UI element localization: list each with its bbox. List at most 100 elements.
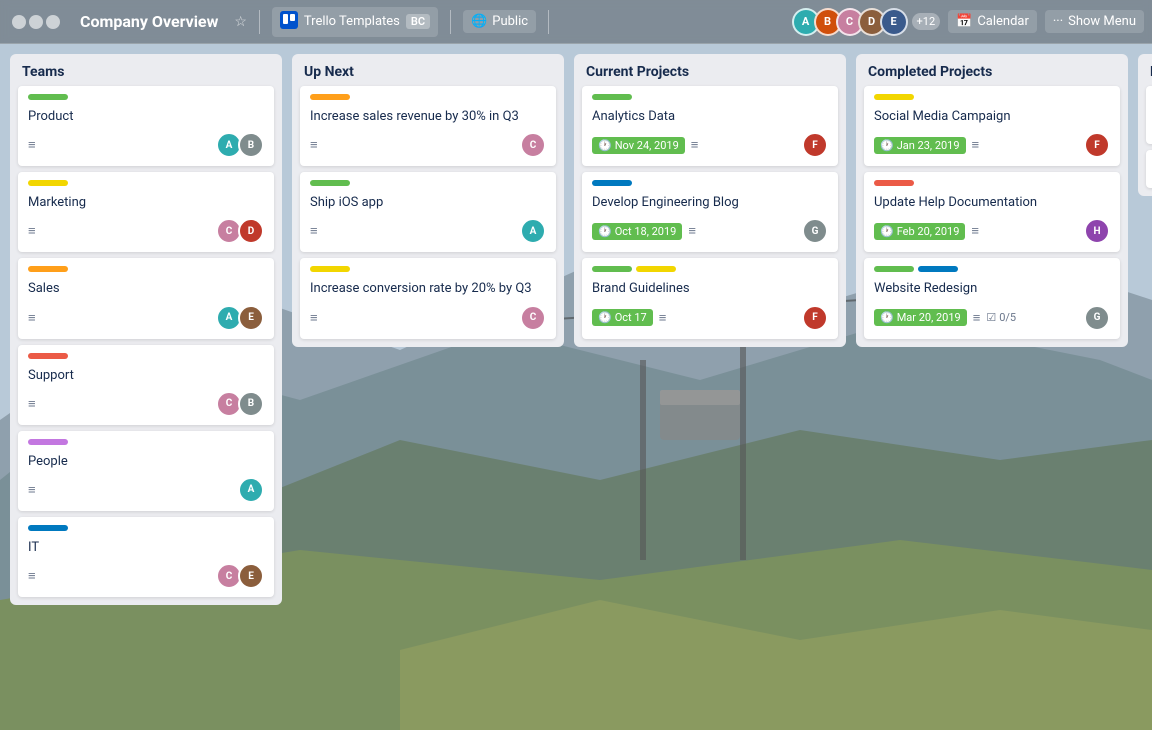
card-title-support: Support: [28, 367, 264, 385]
column-backlog-partial: B... B... C...re... B... a... d...: [1138, 54, 1152, 196]
column-teams: Teams Product ≡ A B Market: [10, 54, 282, 605]
card-avatar-17: F: [802, 305, 828, 331]
navbar: Company Overview ☆ Trello Templates BC 🌐…: [0, 0, 1152, 44]
board-title[interactable]: Company Overview: [72, 8, 226, 35]
column-completed-projects: Completed Projects Social Media Campaign…: [856, 54, 1128, 347]
card-title-help-docs: Update Help Documentation: [874, 194, 1110, 212]
clock-icon-website: 🕐: [880, 311, 894, 324]
card-sales[interactable]: Sales ≡ A E: [18, 258, 274, 338]
card-title-marketing: Marketing: [28, 194, 264, 212]
card-avatar-8: B: [238, 391, 264, 417]
column-cards-current-projects: Analytics Data 🕐 Nov 24, 2019 ≡ F: [574, 86, 846, 347]
desc-icon-it: ≡: [28, 568, 36, 584]
card-avatars-it: C E: [216, 563, 264, 589]
card-avatars-engineering: G: [802, 218, 828, 244]
card-avatars-analytics: F: [802, 132, 828, 158]
desc-icon-social: ≡: [972, 137, 980, 153]
card-label-engineering-blog: [592, 180, 632, 186]
card-avatars-marketing: C D: [216, 218, 264, 244]
card-footer-ship-ios: ≡ A: [310, 218, 546, 244]
card-avatar-20: G: [1084, 305, 1110, 331]
column-cards-teams: Product ≡ A B Marketing ≡: [10, 86, 282, 605]
star-icon[interactable]: ☆: [234, 14, 247, 30]
card-avatar-13: A: [520, 218, 546, 244]
desc-icon-help: ≡: [971, 223, 979, 239]
card-ship-ios[interactable]: Ship iOS app ≡ A: [300, 172, 556, 252]
card-backlog-1[interactable]: B... C...re...: [1146, 86, 1152, 144]
card-avatars-help: H: [1084, 218, 1110, 244]
card-marketing[interactable]: Marketing ≡ C D: [18, 172, 274, 252]
card-title-people: People: [28, 453, 264, 471]
column-up-next: Up Next Increase sales revenue by 30% in…: [292, 54, 564, 347]
card-avatar-6: E: [238, 305, 264, 331]
card-avatar-16: G: [802, 218, 828, 244]
nav-dot-3: [46, 15, 60, 29]
card-help-docs[interactable]: Update Help Documentation 🕐 Feb 20, 2019…: [864, 172, 1120, 252]
nav-dots: [8, 11, 64, 33]
card-title-it: IT: [28, 539, 264, 557]
card-label-it: [28, 525, 68, 531]
desc-icon-brand: ≡: [659, 310, 667, 326]
show-menu-label: Show Menu: [1068, 14, 1136, 29]
card-footer-product: ≡ A B: [28, 132, 264, 158]
card-title-social-media: Social Media Campaign: [874, 108, 1110, 126]
avatar-count[interactable]: +12: [912, 13, 941, 30]
workspace-badge: BC: [406, 14, 430, 29]
avatar-5[interactable]: E: [880, 8, 908, 36]
workspace-button[interactable]: Trello Templates BC: [272, 7, 438, 37]
calendar-button[interactable]: 📅 Calendar: [948, 10, 1037, 33]
card-footer-people: ≡ A: [28, 477, 264, 503]
card-product[interactable]: Product ≡ A B: [18, 86, 274, 166]
nav-dot-1: [12, 15, 26, 29]
card-footer-increase-sales: ≡ C: [310, 132, 546, 158]
card-people[interactable]: People ≡ A: [18, 431, 274, 511]
card-footer-analytics-data: 🕐 Nov 24, 2019 ≡ F: [592, 132, 828, 158]
card-website-redesign[interactable]: Website Redesign 🕐 Mar 20, 2019 ≡ ☑ 0/5: [864, 258, 1120, 338]
checklist-icon: ☑: [986, 311, 996, 324]
nav-dot-2: [29, 15, 43, 29]
card-avatars-brand: F: [802, 305, 828, 331]
clock-icon-social: 🕐: [880, 139, 894, 152]
column-header-backlog: B...: [1138, 54, 1152, 86]
column-header-teams: Teams: [10, 54, 282, 86]
card-avatar-12: C: [520, 132, 546, 158]
card-avatar-2: B: [238, 132, 264, 158]
visibility-button[interactable]: 🌐 Public: [463, 10, 536, 33]
card-label-analytics-data: [592, 94, 632, 100]
card-increase-sales[interactable]: Increase sales revenue by 30% in Q3 ≡ C: [300, 86, 556, 166]
visibility-label: Public: [492, 14, 528, 29]
card-engineering-blog[interactable]: Develop Engineering Blog 🕐 Oct 18, 2019 …: [582, 172, 838, 252]
card-date-help: 🕐 Feb 20, 2019: [874, 223, 965, 240]
card-avatar-14: C: [520, 305, 546, 331]
card-label-website-blue: [918, 266, 958, 272]
card-title-engineering-blog: Develop Engineering Blog: [592, 194, 828, 212]
card-title-analytics-data: Analytics Data: [592, 108, 828, 126]
card-it[interactable]: IT ≡ C E: [18, 517, 274, 597]
card-date-analytics: 🕐 Nov 24, 2019: [592, 137, 685, 154]
member-avatars[interactable]: A B C D E +12: [792, 8, 941, 36]
card-label-increase-sales: [310, 94, 350, 100]
card-avatars-increase-conversion: C: [520, 305, 546, 331]
card-date-social: 🕐 Jan 23, 2019: [874, 137, 966, 154]
card-title-website-redesign: Website Redesign: [874, 280, 1110, 298]
card-social-media[interactable]: Social Media Campaign 🕐 Jan 23, 2019 ≡ F: [864, 86, 1120, 166]
card-label-support: [28, 353, 68, 359]
column-header-up-next: Up Next: [292, 54, 564, 86]
desc-icon-support: ≡: [28, 396, 36, 412]
card-footer-sales: ≡ A E: [28, 305, 264, 331]
card-brand-guidelines[interactable]: Brand Guidelines 🕐 Oct 17 ≡ F: [582, 258, 838, 338]
card-title-product: Product: [28, 108, 264, 126]
card-label-sales: [28, 266, 68, 272]
card-increase-conversion[interactable]: Increase conversion rate by 20% by Q3 ≡ …: [300, 258, 556, 338]
show-menu-button[interactable]: ··· Show Menu: [1045, 10, 1144, 33]
card-title-increase-conversion: Increase conversion rate by 20% by Q3: [310, 280, 546, 298]
card-footer-brand-guidelines: 🕐 Oct 17 ≡ F: [592, 305, 828, 331]
card-avatar-9: A: [238, 477, 264, 503]
card-support[interactable]: Support ≡ C B: [18, 345, 274, 425]
nav-divider-2: [450, 10, 451, 34]
card-analytics-data[interactable]: Analytics Data 🕐 Nov 24, 2019 ≡ F: [582, 86, 838, 166]
column-cards-completed-projects: Social Media Campaign 🕐 Jan 23, 2019 ≡ F: [856, 86, 1128, 347]
card-backlog-2[interactable]: B... a... d...: [1146, 150, 1152, 187]
nav-divider-3: [548, 10, 549, 34]
clock-icon-help: 🕐: [880, 225, 894, 238]
